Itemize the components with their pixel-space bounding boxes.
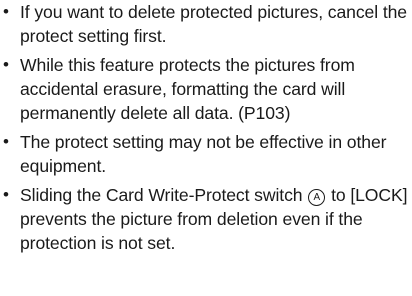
bullet: • <box>3 132 9 151</box>
note-text: If you want to delete protected pictures… <box>20 2 407 46</box>
bullet: • <box>3 2 9 21</box>
note-text: While this feature protects the pictures… <box>20 55 355 123</box>
note-write-protect-switch: • Sliding the Card Write-Protect switch … <box>0 183 412 255</box>
note-other-equipment: • The protect setting may not be effecti… <box>0 130 412 178</box>
note-formatting-warning: • While this feature protects the pictur… <box>0 53 412 125</box>
note-text: The protect setting may not be effective… <box>20 132 387 176</box>
note-delete-protected: • If you want to delete protected pictur… <box>0 0 412 48</box>
notes-list: • If you want to delete protected pictur… <box>0 0 412 260</box>
bullet: • <box>3 55 9 74</box>
bullet: • <box>3 185 9 204</box>
note-text-before: Sliding the Card Write-Protect switch <box>20 185 303 205</box>
callout-marker-icon: A <box>308 189 326 206</box>
